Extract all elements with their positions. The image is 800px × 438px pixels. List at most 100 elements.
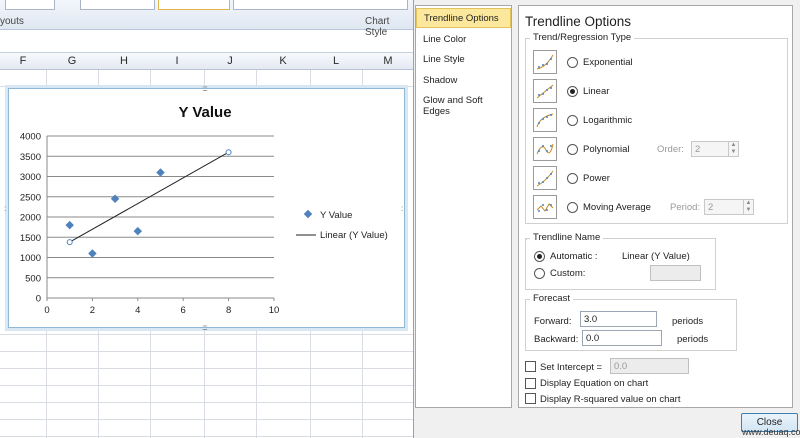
column-header[interactable]: H	[98, 55, 150, 67]
display-equation-label: Display Equation on chart	[540, 378, 649, 389]
ribbon-group-label: youts	[0, 16, 24, 27]
y-tick-label: 3000	[20, 172, 41, 183]
nav-trendline-options[interactable]: Trendline Options	[416, 8, 511, 28]
column-header[interactable]: G	[46, 55, 98, 67]
nav-shadow[interactable]: Shadow	[416, 71, 511, 91]
column-header[interactable]: L	[310, 55, 362, 67]
data-point	[65, 220, 74, 230]
y-tick-label: 1500	[20, 233, 41, 244]
display-rsquared-checkbox[interactable]	[525, 393, 536, 404]
data-point	[88, 249, 97, 258]
nav-line-style[interactable]: Line Style	[416, 50, 511, 70]
option-label: Linear	[583, 86, 610, 97]
display-equation-checkbox[interactable]	[525, 378, 536, 389]
legend-series-label: Y Value	[320, 210, 352, 221]
polynomial-trend-icon	[533, 137, 557, 161]
x-tick-label: 8	[226, 305, 231, 316]
trendline-endpoint	[66, 239, 73, 246]
column-header-row: F G H I J K L M	[0, 52, 413, 70]
column-header[interactable]: K	[256, 55, 310, 67]
automatic-label: Automatic :	[550, 251, 598, 262]
group-label: Forecast	[530, 293, 573, 304]
ribbon-control[interactable]	[5, 0, 55, 10]
radio-exponential[interactable]	[567, 57, 578, 68]
nav-panel: Trendline Options Line Color Line Style …	[415, 5, 512, 408]
set-intercept-checkbox[interactable]	[525, 361, 536, 372]
group-label: Trend/Regression Type	[530, 32, 635, 43]
trend-option-exponential[interactable]: Exponential	[533, 50, 793, 76]
order-value: 2	[695, 144, 701, 155]
y-tick-label: 2500	[20, 192, 41, 203]
y-tick-label: 1000	[20, 253, 41, 264]
trend-option-linear[interactable]: Linear	[533, 79, 793, 105]
radio-polynomial[interactable]	[567, 144, 578, 155]
x-tick-label: 6	[181, 305, 186, 316]
power-trend-icon	[533, 166, 557, 190]
linear-trend-icon	[533, 79, 557, 103]
moving-average-trend-icon	[533, 195, 557, 219]
spin-arrows-icon[interactable]: ▲ ▼	[743, 200, 753, 214]
y-tick-label: 2000	[20, 213, 41, 224]
nav-line-color[interactable]: Line Color	[416, 30, 511, 50]
forward-periods-label: periods	[672, 316, 704, 327]
radio-automatic[interactable]	[534, 251, 545, 262]
y-tick-label: 4000	[20, 132, 41, 143]
trend-option-polynomial[interactable]: Polynomial Order: 2 ▲ ▼	[533, 137, 793, 163]
forward-label: Forward:	[534, 316, 572, 327]
backward-periods-label: periods	[677, 334, 709, 345]
ribbon-control[interactable]	[233, 0, 408, 10]
ribbon-group-label: Chart Style	[365, 16, 390, 38]
data-point	[156, 168, 165, 177]
chart-area[interactable]: :::: :::: : : 0 500 1000 1500 2000 2500 3000 35…	[4, 84, 408, 332]
watermark: www.deuaq.com	[742, 427, 800, 437]
column-header[interactable]: I	[150, 55, 204, 67]
period-label: Period:	[670, 202, 701, 213]
y-tick-label: 3500	[20, 152, 41, 163]
column-header[interactable]: F	[0, 55, 46, 67]
radio-linear[interactable]	[567, 86, 578, 97]
radio-power[interactable]	[567, 173, 578, 184]
resize-handle[interactable]: :	[4, 204, 6, 213]
legend-marker	[303, 209, 313, 219]
group-label: Trendline Name	[530, 232, 604, 243]
trend-option-logarithmic[interactable]: Logarithmic	[533, 108, 793, 134]
period-stepper[interactable]: 2 ▲ ▼	[704, 199, 754, 215]
column-header[interactable]: J	[204, 55, 256, 67]
radio-moving-average[interactable]	[567, 202, 578, 213]
trend-option-moving-average[interactable]: Moving Average Period: 2 ▲ ▼	[533, 195, 793, 221]
radio-logarithmic[interactable]	[567, 115, 578, 126]
trend-option-power[interactable]: Power	[533, 166, 793, 192]
set-intercept-label: Set Intercept =	[540, 362, 603, 373]
chart-title[interactable]: Y Value	[178, 104, 231, 121]
option-label: Polynomial	[583, 144, 630, 155]
intercept-input[interactable]: 0.0	[610, 358, 689, 374]
chart-legend[interactable]: Y Value Linear (Y Value)	[296, 209, 388, 241]
panel-title: Trendline Options	[525, 14, 632, 29]
logarithmic-trend-icon	[533, 108, 557, 132]
chart-style-selected[interactable]	[158, 0, 230, 10]
trendline-name-frame: Trendline Name	[525, 232, 716, 290]
order-stepper[interactable]: 2 ▲ ▼	[691, 141, 739, 157]
data-point	[133, 226, 143, 236]
period-value: 2	[708, 202, 714, 213]
y-tick-label: 0	[36, 294, 41, 305]
option-label: Logarithmic	[583, 115, 633, 126]
option-label: Moving Average	[583, 202, 651, 213]
trendline-endpoint	[225, 149, 232, 156]
radio-custom[interactable]	[534, 268, 545, 279]
order-label: Order:	[657, 144, 684, 155]
ribbon-control[interactable]	[80, 0, 155, 10]
display-rsquared-label: Display R-squared value on chart	[540, 394, 681, 405]
spin-arrows-icon[interactable]: ▲ ▼	[728, 142, 738, 156]
custom-name-input[interactable]	[650, 265, 701, 281]
nav-glow-soft-edges[interactable]: Glow and Soft Edges	[416, 91, 511, 117]
column-header[interactable]: M	[362, 55, 414, 67]
x-tick-label: 2	[90, 305, 95, 316]
scatter-chart: 0 500 1000 1500 2000 2500 3000 3500 4000 0 2 4 6 8 10…	[20, 104, 388, 316]
y-tick-label: 500	[25, 273, 41, 284]
backward-input[interactable]: 0.0	[582, 330, 662, 346]
x-tick-label: 0	[44, 305, 49, 316]
options-panel: Trendline Options Trend/Regression Type …	[518, 5, 793, 408]
forward-input[interactable]: 3.0	[580, 311, 657, 327]
option-label: Exponential	[583, 57, 633, 68]
